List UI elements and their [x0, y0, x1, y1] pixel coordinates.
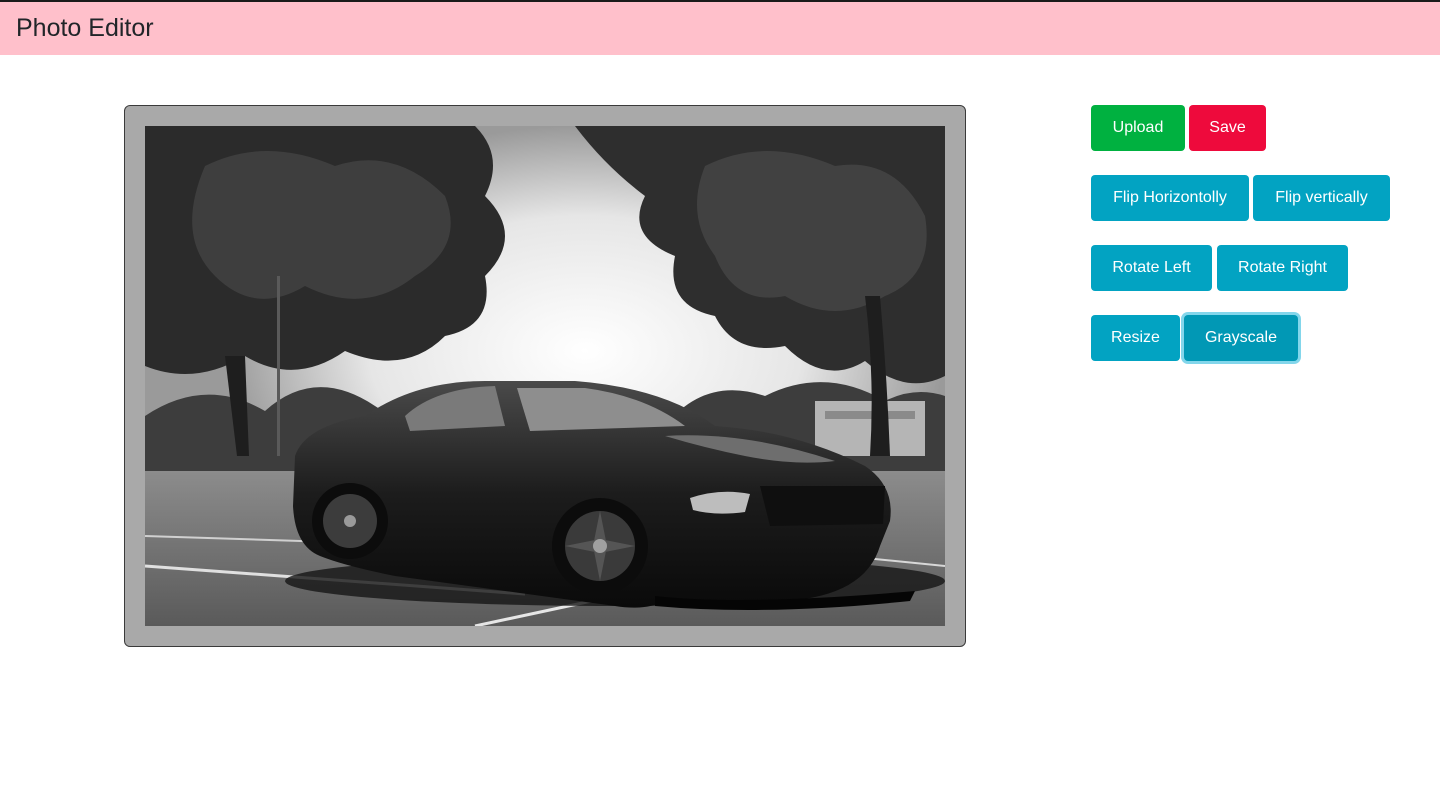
navbar: Photo Editor: [0, 2, 1440, 55]
flip-vertical-button[interactable]: Flip vertically: [1253, 175, 1390, 221]
rotate-left-button[interactable]: Rotate Left: [1091, 245, 1212, 291]
upload-button[interactable]: Upload: [1091, 105, 1185, 151]
grayscale-button[interactable]: Grayscale: [1184, 315, 1298, 361]
resize-button[interactable]: Resize: [1091, 315, 1180, 361]
rotate-right-button[interactable]: Rotate Right: [1217, 245, 1348, 291]
flip-horizontal-button[interactable]: Flip Horizontolly: [1091, 175, 1249, 221]
photo-preview: [145, 126, 945, 626]
save-button[interactable]: Save: [1189, 105, 1266, 151]
app-title: Photo Editor: [16, 14, 154, 42]
image-canvas-frame: [124, 105, 966, 647]
